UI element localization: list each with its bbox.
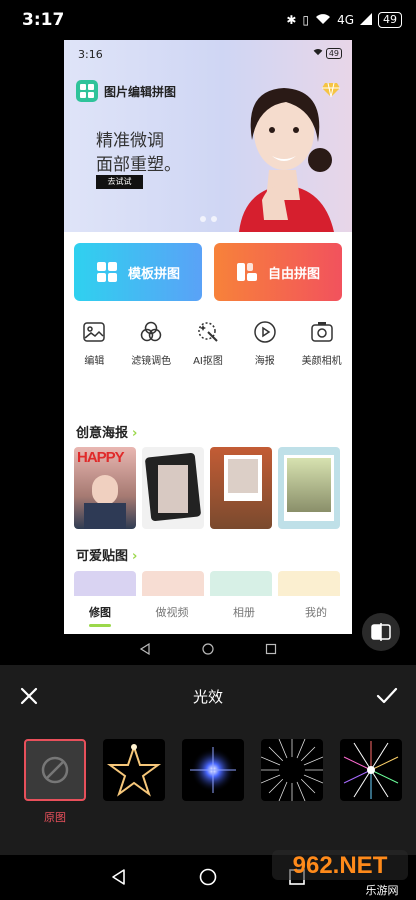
poster-body: [84, 503, 126, 529]
tab-mine[interactable]: 我的: [280, 596, 352, 634]
home-circle-icon: [202, 643, 214, 655]
preview-wifi-icon: [313, 48, 323, 59]
bottom-tab-bar: 修图 做视频 相册 我的: [64, 596, 352, 634]
tool-ai-cutout[interactable]: AI抠图: [180, 320, 236, 380]
checkmark-icon[interactable]: [374, 683, 400, 709]
status-icons: ✱ ▯ 4G 49: [286, 12, 402, 28]
banner-slogan-line1: 精准微调: [96, 131, 164, 151]
poster-happy-text: HAPPY: [77, 449, 125, 466]
compare-icon: [371, 623, 391, 641]
back-icon[interactable]: [110, 868, 128, 886]
no-effect-icon: [41, 756, 69, 784]
poster-thumbnail[interactable]: [210, 447, 272, 529]
tool-edit[interactable]: 编辑: [66, 320, 122, 380]
camera-icon: [310, 322, 333, 342]
tab-album[interactable]: 相册: [208, 596, 280, 634]
section-stickers-label: 可爱贴图: [76, 549, 129, 564]
recents-square-icon: [265, 643, 276, 655]
template-collage-button[interactable]: 模板拼图: [74, 243, 202, 301]
compare-button[interactable]: [362, 613, 400, 651]
poster-list: HAPPY: [74, 447, 340, 529]
promo-banner[interactable]: 3:16 49 图片编辑拼图 精准微调 面部重塑。 去试试: [64, 40, 352, 232]
poster-photo: [228, 459, 258, 493]
preview-status-time: 3:16: [78, 48, 103, 61]
section-stickers-title[interactable]: 可爱贴图 ›: [76, 545, 137, 564]
effect-list: [24, 739, 402, 801]
watermark-site-text: 962.NET: [293, 852, 388, 879]
tool-beauty-camera[interactable]: 美颜相机: [294, 320, 350, 380]
preview-nav-bar: [64, 634, 352, 664]
radial-burst-icon: [261, 739, 323, 801]
banner-page-indicator: [200, 216, 217, 222]
cell-signal-icon: [360, 12, 372, 28]
free-collage-button[interactable]: 自由拼图: [214, 243, 342, 301]
wifi-icon: [315, 13, 331, 28]
tool-ai-cutout-label: AI抠图: [193, 356, 223, 367]
tools-row: 编辑 滤镜调色 AI抠图 海报 美颜相机: [64, 320, 352, 380]
preview-battery-icon: 49: [325, 48, 342, 59]
play-circle-icon: [254, 321, 276, 343]
signal-label: 4G: [337, 13, 354, 27]
magic-wand-icon: [198, 322, 218, 342]
star-light-icon: [106, 743, 162, 797]
poster-photo: [158, 465, 188, 513]
rainbow-burst-icon: [343, 741, 399, 799]
filter-circles-icon: [140, 321, 162, 342]
bluetooth-icon: ✱: [286, 13, 297, 27]
preview-status-icons: 49: [313, 48, 342, 59]
effect-panel: 光效 原图: [0, 665, 416, 855]
status-time: 3:17: [22, 10, 65, 30]
battery-icon: 49: [378, 12, 402, 28]
tool-poster-label: 海报: [254, 356, 275, 367]
vibrate-icon: ▯: [302, 13, 310, 27]
blue-flare-icon: [190, 747, 236, 793]
banner-slogan-line2: 面部重塑。: [96, 155, 181, 175]
section-posters-label: 创意海报: [76, 426, 129, 441]
back-triangle-icon: [140, 643, 150, 655]
free-collage-label: 自由拼图: [267, 266, 320, 282]
chevron-right-icon: ›: [132, 426, 138, 441]
tool-poster[interactable]: 海报: [237, 320, 293, 380]
poster-face: [92, 475, 118, 505]
panel-title: 光效: [192, 688, 223, 706]
poster-photo: [287, 458, 331, 512]
banner-model-image: [239, 88, 334, 232]
home-icon[interactable]: [199, 868, 217, 886]
site-watermark-logo: 962.NET 乐游网: [272, 850, 408, 897]
effect-original-label: 原图: [44, 811, 66, 824]
poster-thumbnail[interactable]: [142, 447, 204, 529]
tool-filter-label: 滤镜调色: [131, 356, 172, 367]
section-posters-title[interactable]: 创意海报 ›: [76, 422, 137, 441]
watermark-subtitle: 乐游网: [366, 884, 399, 897]
status-bar: 3:17 ✱ ▯ 4G 49: [0, 0, 416, 40]
effect-rainbow-burst[interactable]: [340, 739, 402, 801]
tool-beauty-camera-label: 美颜相机: [301, 356, 342, 367]
app-title: 图片编辑拼图: [104, 85, 177, 99]
image-icon: [83, 322, 106, 342]
effect-radial-burst[interactable]: [261, 739, 323, 801]
tool-edit-label: 编辑: [84, 356, 105, 367]
tab-make-video[interactable]: 做视频: [136, 596, 208, 634]
grid-layout-icon: [96, 262, 117, 282]
effect-original[interactable]: [24, 739, 86, 801]
template-collage-label: 模板拼图: [127, 266, 180, 282]
poster-thumbnail[interactable]: HAPPY: [74, 447, 136, 529]
effect-star-light[interactable]: [103, 739, 165, 801]
tool-filter[interactable]: 滤镜调色: [123, 320, 179, 380]
effect-blue-flare[interactable]: [182, 739, 244, 801]
poster-thumbnail[interactable]: [278, 447, 340, 529]
photo-preview[interactable]: 3:16 49 图片编辑拼图 精准微调 面部重塑。 去试试 模板拼图 自由拼图 …: [64, 40, 352, 634]
tab-retouch[interactable]: 修图: [64, 596, 136, 634]
chevron-right-icon: ›: [132, 549, 138, 564]
app-logo-icon: [76, 80, 98, 102]
try-button[interactable]: 去试试: [96, 175, 143, 189]
free-layout-icon: [236, 263, 257, 281]
